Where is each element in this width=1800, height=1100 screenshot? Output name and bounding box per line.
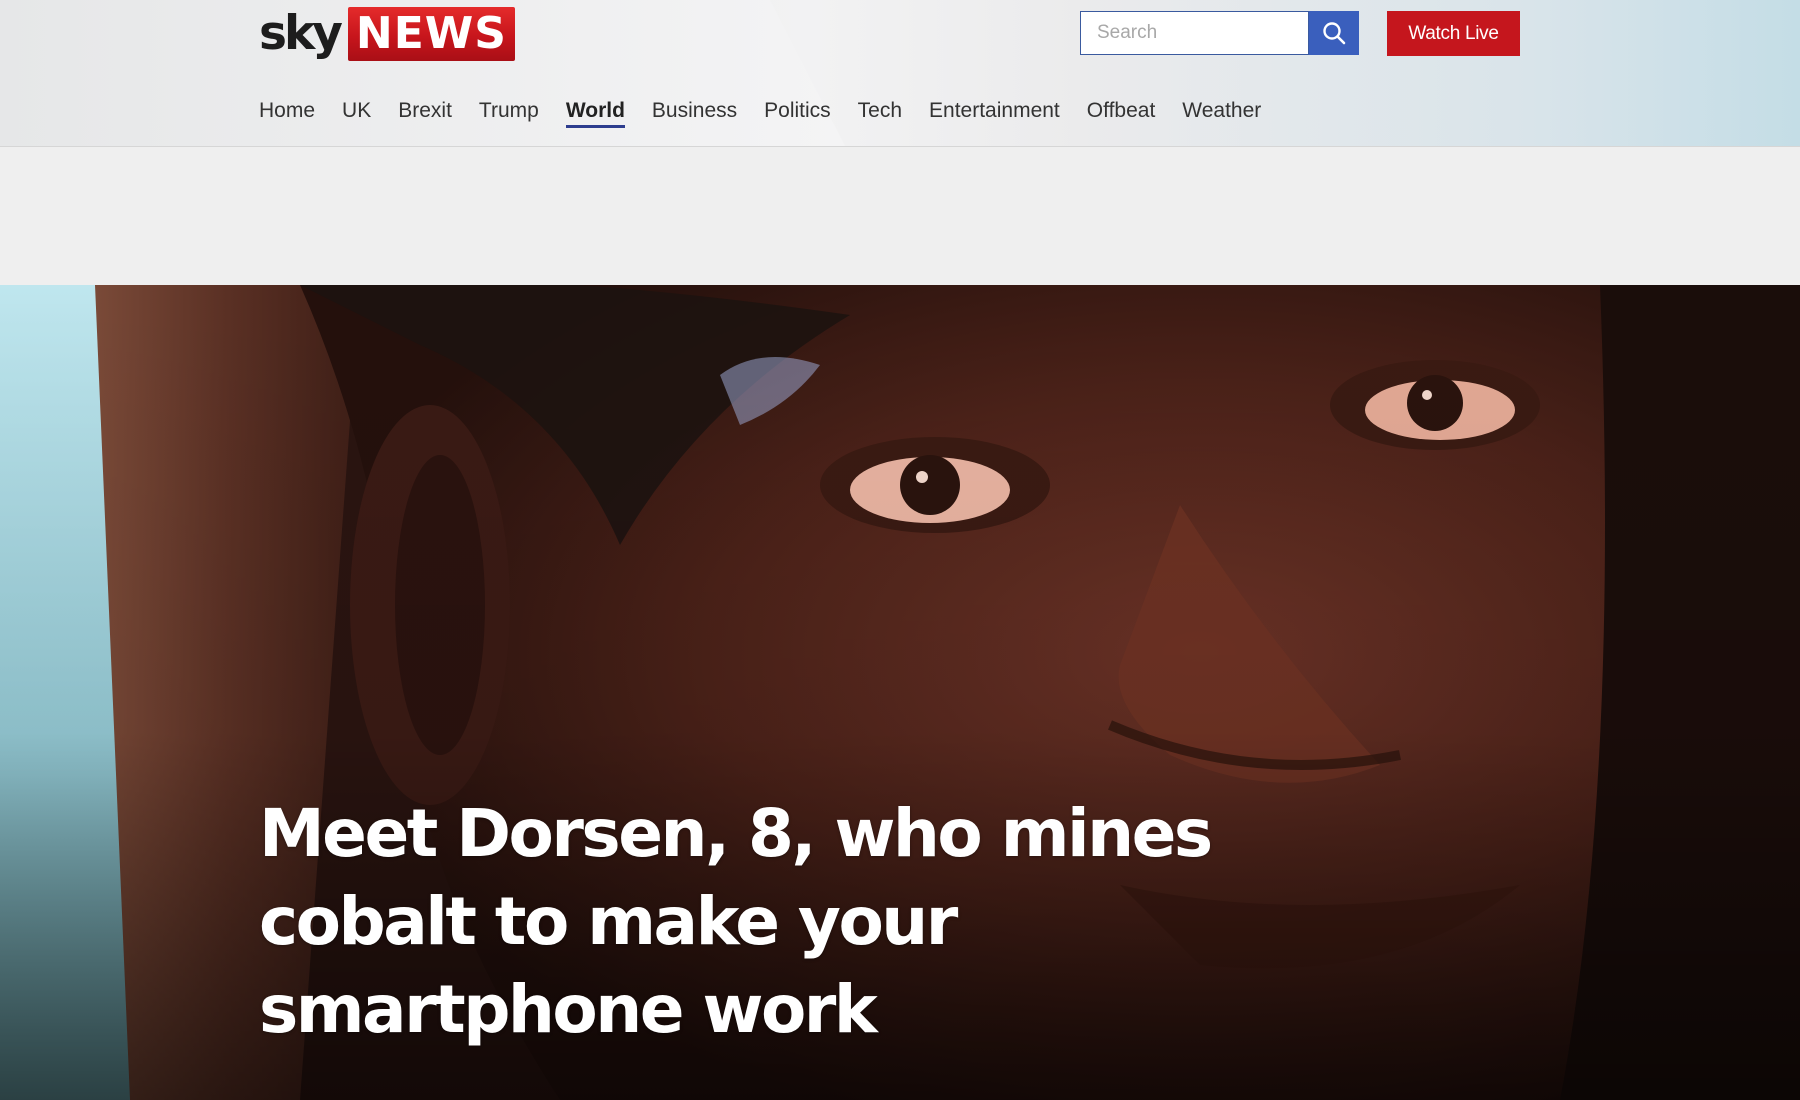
main-nav: Home UK Brexit Trump World Business Poli… xyxy=(259,98,1288,128)
nav-item-business[interactable]: Business xyxy=(652,98,737,127)
search-input[interactable] xyxy=(1080,11,1309,55)
watch-live-button[interactable]: Watch Live xyxy=(1387,11,1520,56)
nav-item-offbeat[interactable]: Offbeat xyxy=(1087,98,1156,127)
nav-item-world[interactable]: World xyxy=(565,98,626,128)
nav-item-tech[interactable]: Tech xyxy=(858,98,902,127)
nav-item-entertainment[interactable]: Entertainment xyxy=(929,98,1060,127)
logo-news-badge: NEWS xyxy=(347,7,515,61)
sky-news-logo[interactable]: sky NEWS xyxy=(259,7,515,61)
nav-item-home[interactable]: Home xyxy=(259,98,315,127)
nav-item-politics[interactable]: Politics xyxy=(764,98,831,127)
search-icon xyxy=(1323,22,1346,45)
nav-item-weather[interactable]: Weather xyxy=(1182,98,1261,127)
advert-banner-space xyxy=(0,147,1800,285)
nav-item-uk[interactable]: UK xyxy=(342,98,371,127)
site-header: skyNEWS Watch Live Home UK Brexit Trump … xyxy=(0,0,1800,147)
logo-sky-wordmark: sky xyxy=(259,6,343,61)
search-button[interactable] xyxy=(1309,11,1359,55)
hero-headline[interactable]: Meet Dorsen, 8, who mines cobalt to make… xyxy=(259,790,1259,1054)
nav-item-trump[interactable]: Trump xyxy=(479,98,539,127)
nav-item-brexit[interactable]: Brexit xyxy=(398,98,452,127)
hero-story[interactable]: Meet Dorsen, 8, who mines cobalt to make… xyxy=(0,285,1800,1100)
